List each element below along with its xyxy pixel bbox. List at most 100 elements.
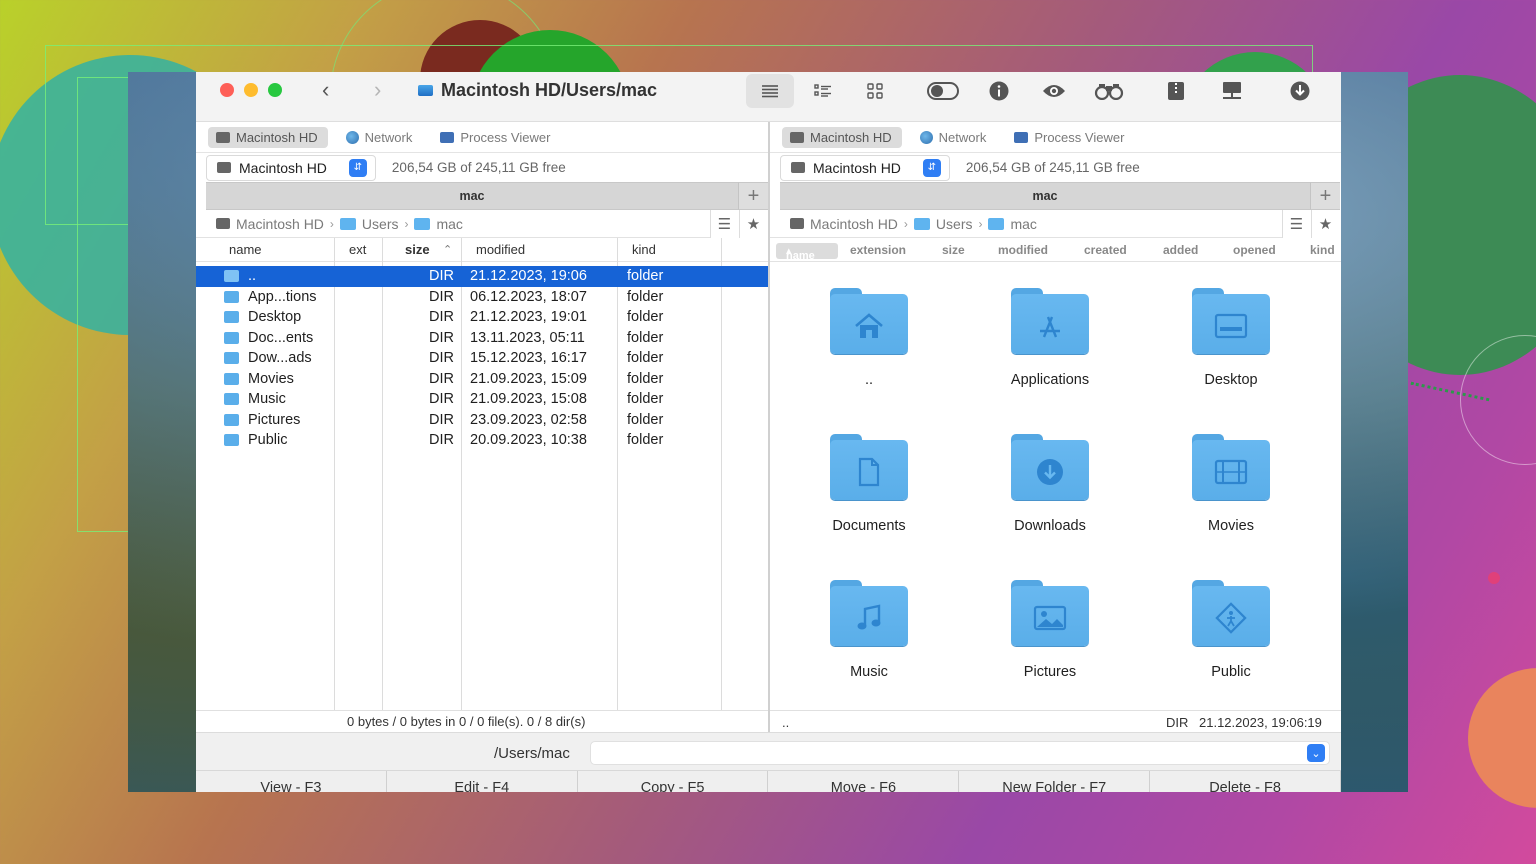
breadcrumb-item[interactable]: Users bbox=[936, 216, 973, 232]
right-tabs-bar: Macintosh HD Network Process Viewer bbox=[770, 122, 1341, 152]
edit-f4-button[interactable]: Edit - F4 bbox=[387, 771, 578, 792]
column-opened[interactable]: opened bbox=[1233, 243, 1276, 257]
folder-icon bbox=[224, 434, 239, 446]
back-button[interactable]: ‹ bbox=[322, 78, 329, 102]
column-kind[interactable]: kind bbox=[632, 242, 656, 257]
table-row[interactable]: Pictures DIR 23.09.2023, 02:58 folder bbox=[196, 410, 768, 431]
grid-item-desktop[interactable]: Desktop bbox=[1146, 286, 1316, 388]
column-name[interactable]: name bbox=[229, 242, 262, 257]
command-input[interactable]: ⌄ bbox=[590, 741, 1330, 765]
right-panel-title: mac bbox=[780, 182, 1310, 210]
column-created[interactable]: created bbox=[1084, 243, 1127, 257]
applications-folder-icon bbox=[1040, 316, 1060, 338]
left-new-tab-button[interactable]: + bbox=[738, 182, 768, 210]
drive-selector-chevron-icon[interactable]: ⇵ bbox=[348, 158, 367, 177]
background-dots bbox=[1410, 381, 1490, 402]
list-view-button[interactable] bbox=[746, 74, 794, 108]
table-row[interactable]: .. DIR 21.12.2023, 19:06 folder bbox=[196, 266, 768, 287]
right-status-bar: .. DIR 21.12.2023, 19:06:19 bbox=[770, 710, 1341, 732]
download-icon bbox=[1290, 81, 1310, 101]
right-drive-selector[interactable]: Macintosh HD ⇵ bbox=[780, 154, 950, 181]
background-dot bbox=[1488, 572, 1500, 584]
breadcrumb-item[interactable]: Macintosh HD bbox=[236, 216, 324, 232]
detailed-list-button[interactable] bbox=[806, 74, 840, 108]
copy-f5-button[interactable]: Copy - F5 bbox=[578, 771, 769, 792]
download-button[interactable] bbox=[1283, 74, 1317, 108]
search-button[interactable] bbox=[1092, 74, 1126, 108]
right-history-button[interactable]: ☰ bbox=[1282, 210, 1310, 238]
column-size[interactable]: size bbox=[405, 242, 430, 257]
right-new-tab-button[interactable]: + bbox=[1310, 182, 1340, 210]
quick-look-button[interactable] bbox=[1037, 74, 1071, 108]
breadcrumb-item[interactable]: Macintosh HD bbox=[810, 216, 898, 232]
grid-item-parent[interactable]: .. bbox=[784, 286, 954, 388]
grid-item-documents[interactable]: Documents bbox=[784, 432, 954, 534]
left-tab-process-viewer[interactable]: Process Viewer bbox=[432, 127, 560, 148]
right-tab-macintosh-hd[interactable]: Macintosh HD bbox=[782, 126, 902, 148]
breadcrumb-item[interactable]: Users bbox=[362, 216, 399, 232]
minimize-window-button[interactable] bbox=[244, 83, 258, 97]
left-tab-macintosh-hd[interactable]: Macintosh HD bbox=[208, 126, 328, 148]
column-modified[interactable]: modified bbox=[476, 242, 525, 257]
left-drive-selector[interactable]: Macintosh HD ⇵ bbox=[206, 154, 376, 181]
column-ext[interactable]: ext bbox=[349, 242, 366, 257]
table-row[interactable]: Desktop DIR 21.12.2023, 19:01 folder bbox=[196, 307, 768, 328]
chevron-right-icon: › bbox=[903, 216, 908, 231]
new-folder-f7-button[interactable]: New Folder - F7 bbox=[959, 771, 1151, 792]
table-row[interactable]: Dow...ads DIR 15.12.2023, 16:17 folder bbox=[196, 348, 768, 369]
column-name[interactable]: name ▴ bbox=[776, 243, 838, 262]
info-button[interactable] bbox=[982, 74, 1016, 108]
delete-f8-button[interactable]: Delete - F8 bbox=[1150, 771, 1341, 792]
breadcrumb-item[interactable]: mac bbox=[1010, 216, 1036, 232]
grid-view-button[interactable] bbox=[858, 74, 892, 108]
hidden-files-toggle[interactable] bbox=[926, 74, 960, 108]
close-window-button[interactable] bbox=[220, 83, 234, 97]
table-row[interactable]: Public DIR 20.09.2023, 10:38 folder bbox=[196, 430, 768, 451]
right-tab-process-viewer[interactable]: Process Viewer bbox=[1006, 127, 1134, 148]
table-row[interactable]: Movies DIR 21.09.2023, 15:09 folder bbox=[196, 369, 768, 390]
grid-item-public[interactable]: Public bbox=[1146, 578, 1316, 680]
sort-ascending-icon: ⌃ bbox=[443, 244, 453, 256]
grid-item-applications[interactable]: Applications bbox=[965, 286, 1135, 388]
downloads-folder-icon bbox=[1037, 459, 1063, 485]
chevron-right-icon: › bbox=[978, 216, 983, 231]
table-row[interactable]: App...tions DIR 06.12.2023, 18:07 folder bbox=[196, 287, 768, 308]
column-added[interactable]: added bbox=[1163, 243, 1198, 257]
toggle-icon bbox=[927, 82, 959, 100]
table-row[interactable]: Doc...ents DIR 13.11.2023, 05:11 folder bbox=[196, 328, 768, 349]
connect-server-button[interactable] bbox=[1215, 74, 1249, 108]
grid-item-movies[interactable]: Movies bbox=[1146, 432, 1316, 534]
left-favorites-button[interactable]: ★ bbox=[739, 210, 767, 238]
globe-icon bbox=[345, 130, 359, 144]
plus-icon: + bbox=[1319, 184, 1332, 207]
move-f6-button[interactable]: Move - F6 bbox=[768, 771, 960, 792]
zoom-window-button[interactable] bbox=[268, 83, 282, 97]
left-history-button[interactable]: ☰ bbox=[710, 210, 738, 238]
forward-button[interactable]: › bbox=[374, 78, 381, 102]
column-kind[interactable]: kind bbox=[1310, 243, 1335, 257]
grid-item-pictures[interactable]: Pictures bbox=[965, 578, 1135, 680]
network-drive-icon bbox=[1223, 82, 1241, 99]
chevron-right-icon: › bbox=[404, 216, 409, 231]
drive-icon bbox=[216, 131, 230, 143]
column-extension[interactable]: extension bbox=[850, 243, 906, 257]
right-favorites-button[interactable]: ★ bbox=[1311, 210, 1339, 238]
table-row[interactable]: Music DIR 21.09.2023, 15:08 folder bbox=[196, 389, 768, 410]
grid-item-music[interactable]: Music bbox=[784, 578, 954, 680]
view-f3-button[interactable]: View - F3 bbox=[196, 771, 387, 792]
left-status-bar: 0 bytes / 0 bytes in 0 / 0 file(s). 0 / … bbox=[196, 710, 768, 732]
left-tab-network[interactable]: Network bbox=[338, 127, 423, 148]
drive-selector-chevron-icon[interactable]: ⇵ bbox=[922, 158, 941, 177]
breadcrumb-item[interactable]: mac bbox=[436, 216, 462, 232]
chevron-down-icon[interactable]: ⌄ bbox=[1307, 744, 1325, 762]
column-modified[interactable]: modified bbox=[998, 243, 1048, 257]
grid-item-downloads[interactable]: Downloads bbox=[965, 432, 1135, 534]
right-tab-network[interactable]: Network bbox=[912, 127, 997, 148]
folder-icon bbox=[224, 331, 239, 344]
folder-icon bbox=[224, 270, 239, 282]
column-size[interactable]: size bbox=[942, 243, 965, 257]
left-breadcrumb: Macintosh HD › Users › mac bbox=[196, 210, 710, 238]
archive-button[interactable] bbox=[1159, 74, 1193, 108]
drive-icon bbox=[217, 162, 231, 173]
list-icon: ☰ bbox=[1289, 216, 1304, 233]
